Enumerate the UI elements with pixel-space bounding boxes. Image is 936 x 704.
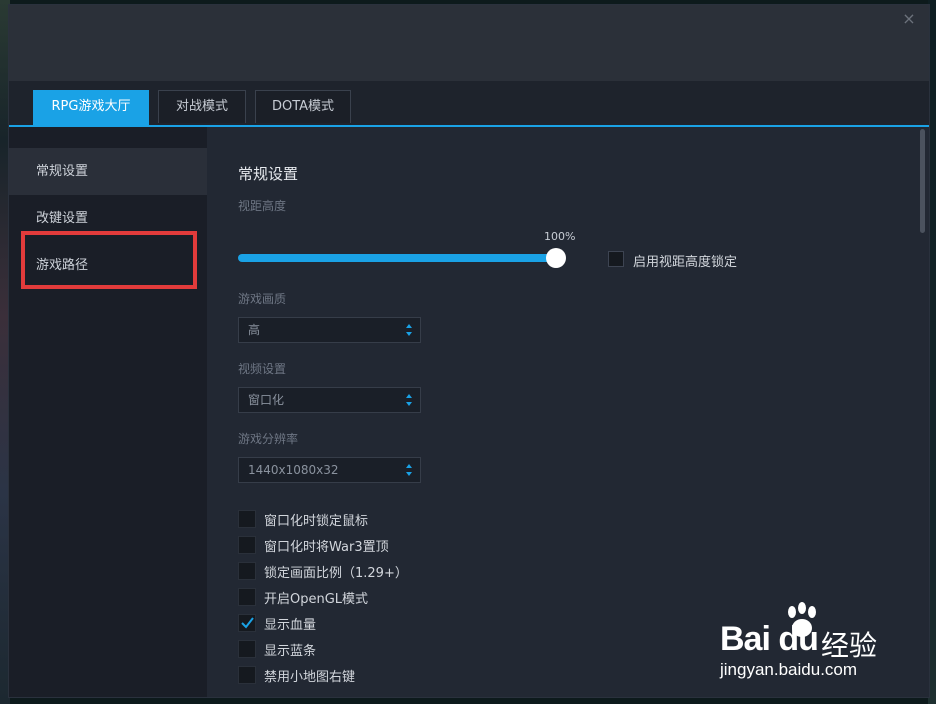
settings-window: × RPG游戏大厅 对战模式 DOTA模式 常规设置 改键设置 游戏路径 常规设… <box>8 4 930 698</box>
view-height-label: 视距高度 <box>238 199 287 213</box>
video-value: 窗口化 <box>248 393 285 407</box>
resolution-label: 游戏分辨率 <box>238 432 299 446</box>
option-checkbox[interactable] <box>238 536 256 554</box>
select-arrows-icon <box>406 394 412 406</box>
option-label: 显示血量 <box>264 618 317 633</box>
section-title: 常规设置 <box>238 165 299 183</box>
close-button[interactable]: × <box>901 11 917 27</box>
tab-battle-mode[interactable]: 对战模式 <box>158 90 246 123</box>
view-height-slider-handle[interactable] <box>546 248 566 268</box>
resolution-select[interactable]: 1440x1080x32 <box>238 457 421 483</box>
tab-rpg-lobby[interactable]: RPG游戏大厅 <box>33 90 149 125</box>
baidu-jingyan-watermark: Bai du 经验 jingyan.baidu.com <box>718 602 898 688</box>
view-height-value: 100% <box>544 230 576 243</box>
option-checkbox[interactable] <box>238 666 256 684</box>
watermark-url: jingyan.baidu.com <box>720 660 858 679</box>
scrollbar-thumb[interactable] <box>920 129 925 233</box>
option-label: 显示蓝条 <box>264 644 317 659</box>
tab-dota-mode[interactable]: DOTA模式 <box>255 90 351 123</box>
option-checkbox-checked[interactable] <box>238 614 256 632</box>
sidebar: 常规设置 改键设置 游戏路径 <box>9 127 207 697</box>
view-height-lock-label: 启用视距高度锁定 <box>633 255 738 270</box>
jingyan-text: 经验 <box>821 629 878 662</box>
quality-value: 高 <box>248 323 261 337</box>
select-arrows-icon <box>406 324 412 336</box>
sidebar-item-general[interactable]: 常规设置 <box>9 148 207 195</box>
option-checkbox[interactable] <box>238 562 256 580</box>
video-select[interactable]: 窗口化 <box>238 387 421 413</box>
checkmark-icon <box>241 617 254 629</box>
baidu-logo-text: Bai du <box>720 620 819 658</box>
select-arrows-icon <box>406 464 412 476</box>
option-label: 窗口化时锁定鼠标 <box>264 514 369 529</box>
title-bar: × <box>9 5 929 81</box>
tab-bar: RPG游戏大厅 对战模式 DOTA模式 <box>9 81 929 127</box>
option-label: 禁用小地图右键 <box>264 670 356 685</box>
resolution-value: 1440x1080x32 <box>248 463 339 477</box>
quality-select[interactable]: 高 <box>238 317 421 343</box>
video-label: 视频设置 <box>238 362 287 376</box>
view-height-slider[interactable] <box>238 254 556 262</box>
quality-label: 游戏画质 <box>238 292 287 306</box>
option-checkbox[interactable] <box>238 640 256 658</box>
option-label: 锁定画面比例（1.29+） <box>264 566 408 581</box>
option-label: 窗口化时将War3置顶 <box>264 540 389 555</box>
option-checkbox[interactable] <box>238 510 256 528</box>
red-highlight-box <box>21 231 197 289</box>
option-checkbox[interactable] <box>238 588 256 606</box>
option-label: 开启OpenGL模式 <box>264 592 369 607</box>
view-height-lock-checkbox[interactable] <box>608 251 624 267</box>
